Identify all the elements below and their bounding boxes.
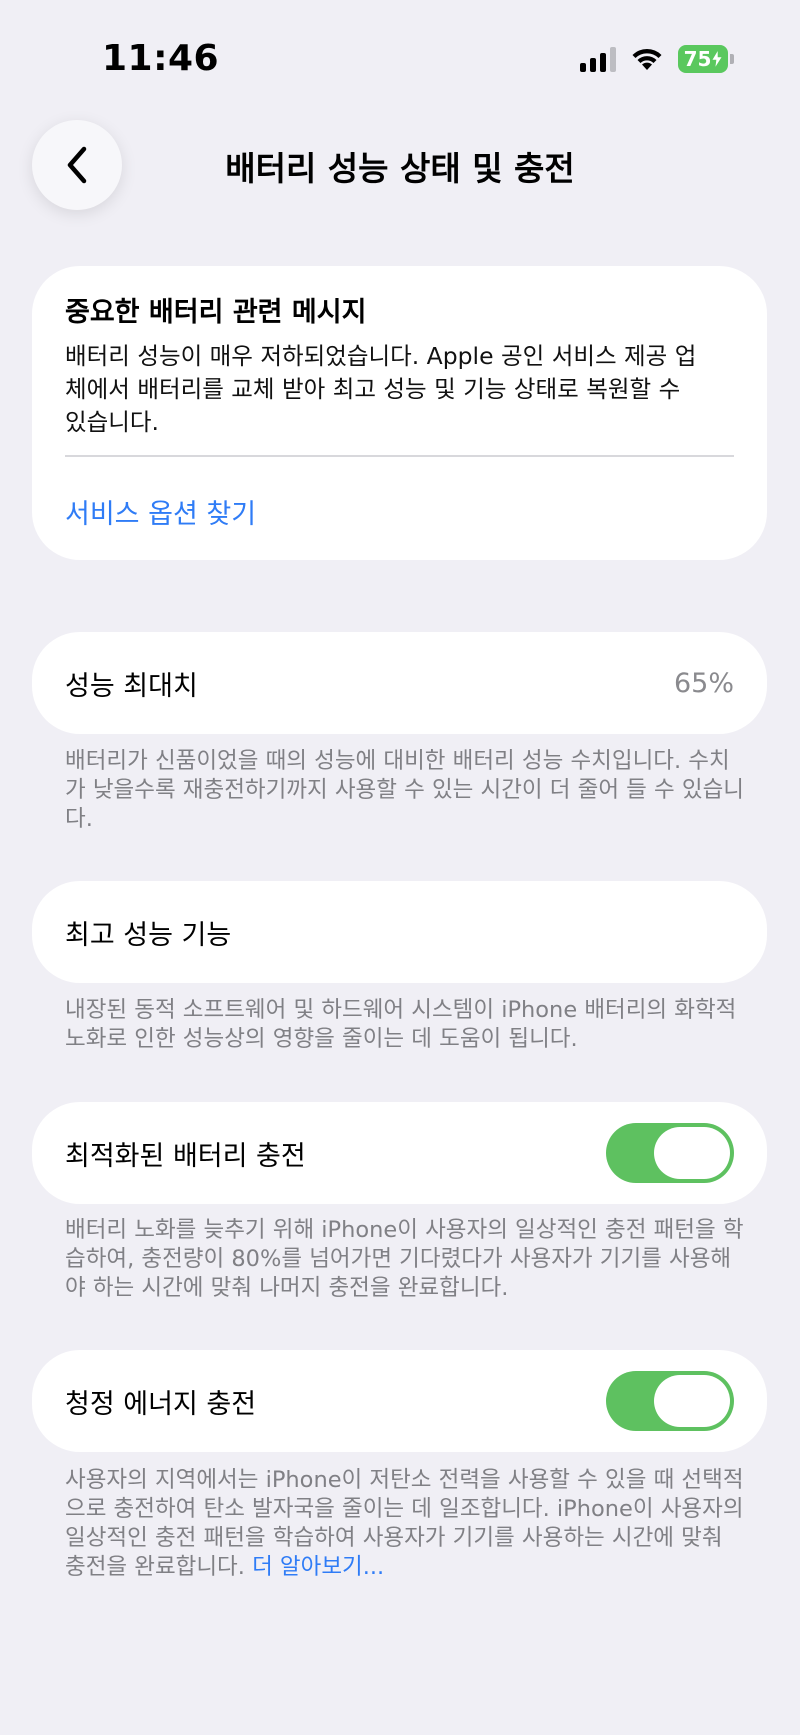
optimized-charging-label: 최적화된 배터리 충전 (65, 1140, 306, 1172)
clean-energy-label: 청정 에너지 충전 (65, 1388, 257, 1420)
find-service-options-link[interactable]: 서비스 옵션 찾기 (65, 492, 256, 531)
max-capacity-footnote: 배터리가 신품이었을 때의 성능에 대비한 배터리 성능 수치입니다. 수치가 … (65, 748, 744, 832)
toggle-knob (654, 1375, 730, 1427)
peak-performance-label: 최고 성능 기능 (65, 919, 232, 951)
page-title: 배터리 성능 상태 및 충전 (225, 149, 575, 188)
divider (65, 455, 734, 457)
battery-health-screen: 11:46 75 배터리 성능 상태 및 충전 중요한 배터리 관련 메시지 배… (0, 0, 800, 1735)
peak-performance-footnote: 내장된 동적 소프트웨어 및 하드웨어 시스템이 iPhone 배터리의 화학적… (65, 997, 737, 1052)
optimized-charging-footnote: 배터리 노화를 늦추기 위해 iPhone이 사용자의 일상적인 충전 패턴을 … (65, 1217, 744, 1301)
optimized-charging-toggle[interactable] (606, 1123, 734, 1183)
max-capacity-label: 성능 최대치 (65, 670, 198, 702)
cellular-signal-icon (580, 46, 616, 72)
optimized-charging-row: 최적화된 배터리 충전 (32, 1102, 767, 1204)
toggle-knob (654, 1127, 730, 1179)
max-capacity-value: 65% (673, 667, 734, 699)
clean-energy-footnote-text: 사용자의 지역에서는 iPhone이 저탄소 전력을 사용할 수 있을 때 선택… (65, 1467, 744, 1580)
battery-level: 75 (683, 47, 712, 71)
learn-more-link[interactable]: 더 알아보기... (252, 1554, 384, 1580)
clean-energy-footnote: 사용자의 지역에서는 iPhone이 저탄소 전력을 사용할 수 있을 때 선택… (65, 1466, 745, 1582)
peak-performance-row: 최고 성능 기능 (32, 881, 767, 983)
status-icons: 75 (580, 44, 734, 74)
max-capacity-row: 성능 최대치 65% (32, 632, 767, 734)
charging-bolt-icon (712, 50, 723, 68)
battery-charging-icon: 75 (678, 45, 734, 73)
message-title: 중요한 배터리 관련 메시지 (65, 297, 367, 328)
message-body: 배터리 성능이 매우 저하되었습니다. Apple 공인 서비스 제공 업체에서… (65, 342, 697, 436)
clean-energy-toggle[interactable] (606, 1371, 734, 1431)
clean-energy-row: 청정 에너지 충전 (32, 1350, 767, 1452)
status-time: 11:46 (102, 38, 220, 79)
important-battery-message-card: 중요한 배터리 관련 메시지 배터리 성능이 매우 저하되었습니다. Apple… (32, 266, 767, 560)
wifi-icon (632, 48, 662, 70)
